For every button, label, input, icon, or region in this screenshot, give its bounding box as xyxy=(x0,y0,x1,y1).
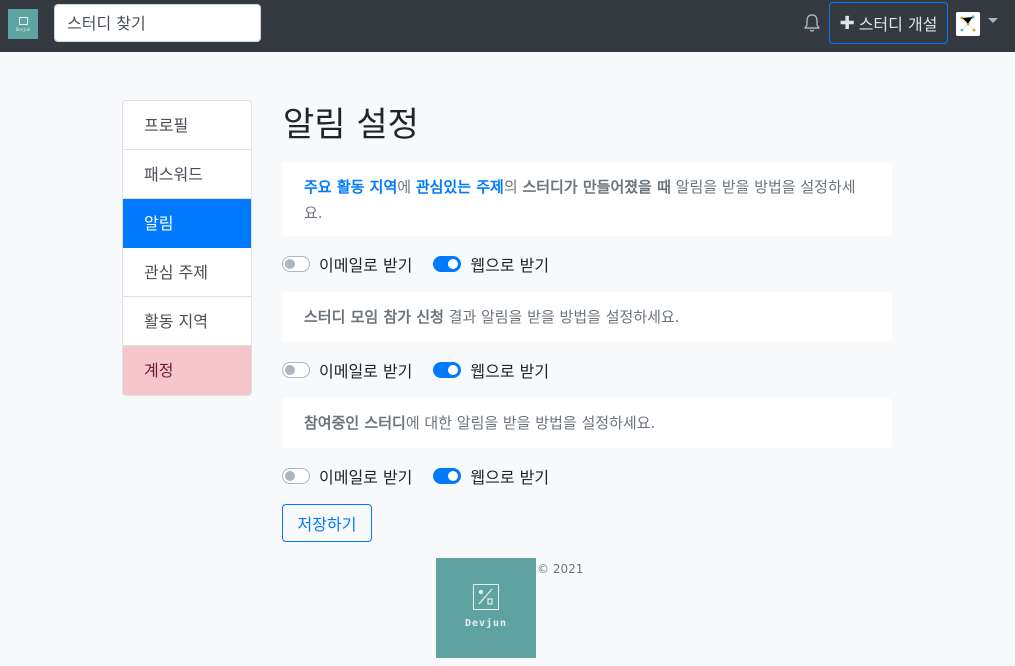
toggle-label: 이메일로 받기 xyxy=(319,468,413,487)
brand-logo-text: Devjun xyxy=(15,26,31,32)
create-study-button[interactable]: ✚ 스터디 개설 xyxy=(829,2,948,44)
toggle-label: 이메일로 받기 xyxy=(319,256,413,275)
avatar[interactable] xyxy=(956,12,980,36)
create-study-label: 스터디 개설 xyxy=(858,15,938,34)
study-updated-email-toggle[interactable]: 이메일로 받기 xyxy=(282,464,412,488)
logo-mark-icon xyxy=(473,584,499,610)
toggle-switch[interactable] xyxy=(282,362,310,378)
toggle-switch[interactable] xyxy=(433,256,462,272)
study-created-toggles: 이메일로 받기 웹으로 받기 xyxy=(282,252,570,276)
footer-logo-text: Devjun xyxy=(464,618,508,629)
toggle-label: 이메일로 받기 xyxy=(319,362,413,381)
desc-bold: 스터디가 만들어졌을 때 xyxy=(522,178,671,196)
copyright: © 2021 xyxy=(537,562,584,576)
desc-text: 결과 알림을 받을 방법을 설정하세요. xyxy=(443,308,680,326)
sidebar-item-tags[interactable]: 관심 주제 xyxy=(123,248,251,297)
desc-text: 의 xyxy=(503,178,523,196)
settings-sidebar: 프로필 패스워드 알림 관심 주제 활동 지역 계정 xyxy=(122,100,252,396)
sidebar-item-zones[interactable]: 활동 지역 xyxy=(123,297,251,346)
sidebar-item-password[interactable]: 패스워드 xyxy=(123,150,251,199)
toggle-label: 웹으로 받기 xyxy=(470,256,550,275)
toggle-label: 웹으로 받기 xyxy=(470,468,550,487)
sidebar-item-account[interactable]: 계정 xyxy=(123,346,251,395)
logo-mark-icon xyxy=(18,16,28,25)
navbar: Devjun ✚ 스터디 개설 xyxy=(0,0,1015,52)
desc-text: 에 xyxy=(397,178,416,196)
enrollment-result-toggles: 이메일로 받기 웹으로 받기 xyxy=(282,358,570,382)
footer-logo: Devjun xyxy=(436,558,536,658)
study-created-web-toggle[interactable]: 웹으로 받기 xyxy=(433,252,549,276)
toggle-switch[interactable] xyxy=(433,468,462,484)
plus-icon: ✚ xyxy=(839,12,855,34)
study-updated-description: 참여중인 스터디에 대한 알림을 받을 방법을 설정하세요. xyxy=(282,398,892,448)
desc-text: 에 대한 알림을 받을 방법을 설정하세요. xyxy=(405,414,656,432)
toggle-switch[interactable] xyxy=(282,468,310,484)
study-created-email-toggle[interactable]: 이메일로 받기 xyxy=(282,252,412,276)
enrollment-result-web-toggle[interactable]: 웹으로 받기 xyxy=(433,358,549,382)
desc-highlight: 주요 활동 지역 xyxy=(304,178,398,196)
page-title: 알림 설정 xyxy=(283,105,419,145)
enrollment-result-description: 스터디 모임 참가 신청 결과 알림을 받을 방법을 설정하세요. xyxy=(282,292,892,342)
chevron-down-icon[interactable] xyxy=(988,18,998,23)
sidebar-item-notifications[interactable]: 알림 xyxy=(123,199,251,248)
bell-icon[interactable] xyxy=(803,13,821,33)
toggle-label: 웹으로 받기 xyxy=(470,362,550,381)
sidebar-item-profile[interactable]: 프로필 xyxy=(123,101,251,150)
brand-logo[interactable]: Devjun xyxy=(8,9,38,39)
enrollment-result-email-toggle[interactable]: 이메일로 받기 xyxy=(282,358,412,382)
percent-icon xyxy=(478,588,493,605)
save-button[interactable]: 저장하기 xyxy=(282,504,372,542)
desc-highlight: 관심있는 주제 xyxy=(415,178,504,196)
study-updated-toggles: 이메일로 받기 웹으로 받기 xyxy=(282,464,570,488)
toggle-switch[interactable] xyxy=(282,256,310,272)
study-search-input[interactable] xyxy=(54,4,261,42)
desc-bold: 스터디 모임 참가 신청 xyxy=(304,308,444,326)
desc-bold: 참여중인 스터디 xyxy=(304,414,406,432)
study-updated-web-toggle[interactable]: 웹으로 받기 xyxy=(433,464,549,488)
study-created-description: 주요 활동 지역에 관심있는 주제의 스터디가 만들어졌을 때 알림을 받을 방… xyxy=(282,162,892,236)
toggle-switch[interactable] xyxy=(433,362,462,378)
